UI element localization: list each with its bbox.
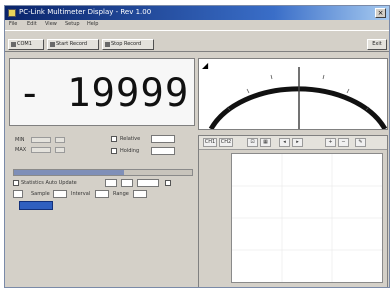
stop-icon (105, 42, 110, 47)
ch2-button[interactable]: CH2 (219, 138, 233, 147)
start-record-button[interactable]: Start Record (47, 39, 99, 50)
range-select[interactable] (133, 190, 147, 198)
start-record-label: Start Record (56, 41, 88, 47)
digital-display: - 19999 (9, 58, 195, 126)
auto-update-label: Statistics Auto Update (21, 180, 77, 186)
scroll-left-icon[interactable]: ◂ (279, 138, 290, 147)
chart-plot-area[interactable] (231, 153, 383, 283)
title-bar[interactable]: PC-Link Multimeter Display - Rev 1.00 × (5, 6, 389, 20)
gauge-tick (246, 88, 250, 94)
gauge-dial (208, 67, 387, 129)
max-unit (55, 147, 65, 153)
gauge-tick (322, 74, 325, 80)
app-window: PC-Link Multimeter Display - Rev 1.00 × … (4, 5, 390, 288)
stop-record-button[interactable]: Stop Record (102, 39, 154, 50)
ch1-button[interactable]: CH1 (203, 138, 217, 147)
exit-button[interactable]: Exit (367, 39, 387, 50)
min-label: MIN (15, 137, 25, 143)
min-unit (55, 137, 65, 143)
relative-input[interactable] (151, 135, 175, 143)
scroll-right-icon[interactable]: ▸ (292, 138, 303, 147)
apply-button[interactable] (19, 201, 53, 210)
port-button[interactable]: COM1 (8, 39, 44, 50)
range-label: Range (113, 191, 129, 197)
record-icon (50, 42, 55, 47)
chart-toolbar: CH1 CH2 ⊡ ▦ ◂ ▸ + − ✎ (199, 136, 387, 150)
app-icon (8, 9, 16, 17)
menu-help[interactable]: Help (87, 21, 98, 27)
option-checkbox[interactable] (165, 180, 171, 186)
dropdown-toggle[interactable] (13, 190, 23, 198)
window-title: PC-Link Multimeter Display - Rev 1.00 (19, 8, 152, 16)
max-value (31, 147, 51, 153)
option-box-1[interactable] (105, 179, 117, 187)
hold-checkbox[interactable] (111, 148, 117, 154)
zoom-box-icon[interactable]: ⊡ (247, 138, 258, 147)
pen-icon[interactable]: ✎ (355, 138, 366, 147)
statistics-slider[interactable] (13, 169, 193, 176)
close-button[interactable]: × (375, 8, 386, 18)
max-label: MAX (15, 147, 27, 153)
slider-fill (14, 170, 125, 175)
interval-label: Interval (71, 191, 91, 197)
hold-label: Holding (120, 148, 140, 154)
option-box-2[interactable] (121, 179, 133, 187)
chart-grid (232, 154, 382, 282)
sample-label: Sample (31, 191, 50, 197)
analog-gauge: ◢ (198, 58, 388, 130)
dropdown-row: Sample Interval Range (13, 190, 193, 199)
grid-icon[interactable]: ▦ (260, 138, 271, 147)
menu-edit[interactable]: Edit (27, 21, 37, 27)
menu-view[interactable]: View (45, 21, 57, 27)
port-button-label: COM1 (17, 41, 32, 47)
menu-file[interactable]: File (9, 21, 17, 27)
menu-setup[interactable]: Setup (65, 21, 80, 27)
hold-input[interactable] (151, 147, 175, 155)
options-row: Statistics Auto Update (13, 179, 193, 188)
toolbar: COM1 Start Record Stop Record Exit (5, 30, 389, 52)
trend-chart: CH1 CH2 ⊡ ▦ ◂ ▸ + − ✎ (198, 135, 388, 287)
gauge-tick (270, 74, 273, 80)
relative-label: Relative (120, 136, 141, 142)
relative-checkbox[interactable] (111, 136, 117, 142)
min-value (31, 137, 51, 143)
sample-select[interactable] (53, 190, 67, 198)
port-icon (11, 42, 16, 47)
option-box-3[interactable] (137, 179, 159, 187)
interval-select[interactable] (95, 190, 109, 198)
display-reading: - 19999 (18, 71, 190, 116)
menu-bar: File Edit View Setup Help (5, 20, 389, 29)
zoom-in-icon[interactable]: + (325, 138, 336, 147)
control-panel: MIN MAX Relative Holding Statistics Auto… (9, 131, 195, 287)
zoom-out-icon[interactable]: − (338, 138, 349, 147)
gauge-arc (208, 86, 387, 129)
gauge-tick (346, 88, 350, 94)
auto-update-checkbox[interactable] (13, 180, 19, 186)
stop-record-label: Stop Record (111, 41, 142, 47)
